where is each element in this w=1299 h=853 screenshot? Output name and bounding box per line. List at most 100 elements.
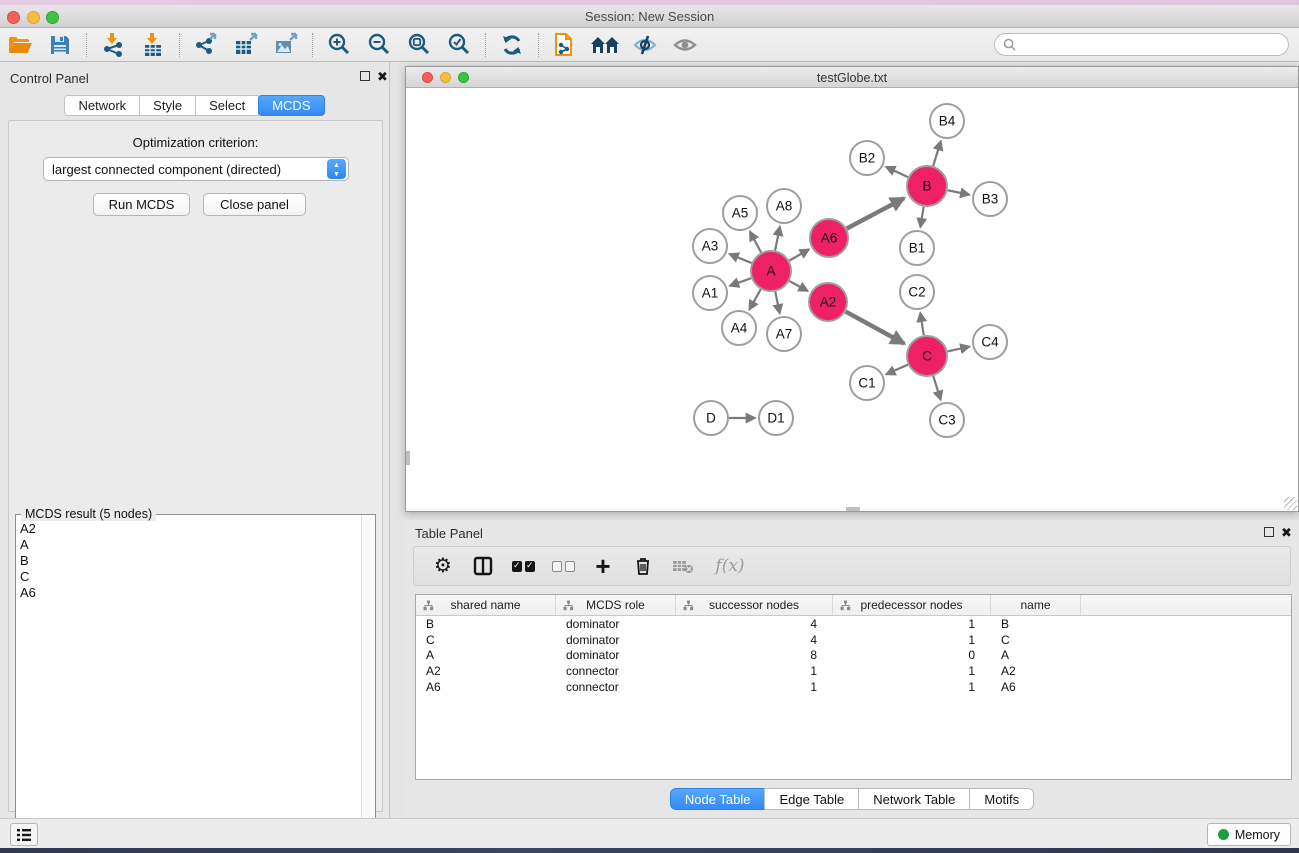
cell-successor-nodes[interactable]: 1 — [676, 664, 833, 678]
export-image-button[interactable] — [269, 30, 303, 60]
tab-motifs[interactable]: Motifs — [969, 788, 1034, 810]
import-table-button[interactable] — [136, 30, 170, 60]
network-canvas[interactable]: ABCA6A2A1A3A4A5A7A8B1B2B3B4C1C2C3C4DD1 — [406, 88, 1298, 511]
edge-A-A3[interactable] — [729, 254, 751, 263]
table-settings-button[interactable]: ⚙ — [430, 553, 456, 579]
mcds-result-item[interactable]: A — [20, 537, 357, 553]
export-table-button[interactable] — [229, 30, 263, 60]
network-window-titlebar[interactable]: testGlobe.txt — [406, 67, 1298, 88]
delete-column-button[interactable] — [630, 553, 656, 579]
cell-MCDS-role[interactable]: connector — [556, 664, 676, 678]
cell-name[interactable]: A2 — [991, 664, 1081, 678]
export-network-button[interactable] — [189, 30, 223, 60]
edge-C-C2[interactable] — [920, 313, 924, 336]
edge-C-C4[interactable] — [947, 347, 969, 352]
edge-C-C3[interactable] — [933, 376, 940, 400]
edge-B-B4[interactable] — [933, 141, 941, 166]
edge-A2-C[interactable] — [846, 312, 905, 344]
cell-predecessor-nodes[interactable]: 1 — [833, 664, 991, 678]
cell-shared-name[interactable]: A2 — [416, 664, 556, 678]
zoom-out-button[interactable] — [362, 30, 396, 60]
cell-name[interactable]: C — [991, 633, 1081, 647]
tab-mcds[interactable]: MCDS — [258, 95, 324, 116]
column-header-name[interactable]: name — [991, 595, 1081, 615]
edge-A-A6[interactable] — [789, 249, 809, 260]
refresh-view-button[interactable] — [495, 30, 529, 60]
zoom-fit-button[interactable] — [402, 30, 436, 60]
tab-network[interactable]: Network — [64, 95, 140, 116]
edge-A-A5[interactable] — [750, 232, 761, 253]
cell-successor-nodes[interactable]: 1 — [676, 680, 833, 694]
cell-shared-name[interactable]: A — [416, 648, 556, 662]
mcds-result-item[interactable]: A2 — [20, 521, 357, 537]
zoom-selected-button[interactable] — [442, 30, 476, 60]
column-header-shared-name[interactable]: shared name — [416, 595, 556, 615]
column-header-predecessor-nodes[interactable]: predecessor nodes — [833, 595, 991, 615]
memory-button[interactable]: Memory — [1207, 823, 1291, 846]
toggle-view-button[interactable] — [668, 30, 702, 60]
cell-shared-name[interactable]: B — [416, 617, 556, 631]
tab-edge-table[interactable]: Edge Table — [764, 788, 859, 810]
criterion-dropdown[interactable]: largest connected component (directed) ▲… — [43, 157, 349, 181]
search-field[interactable] — [994, 33, 1289, 56]
zoom-in-button[interactable] — [322, 30, 356, 60]
network-vertical-scrollbar[interactable] — [406, 451, 410, 465]
network-graph[interactable]: ABCA6A2A1A3A4A5A7A8B1B2B3B4C1C2C3C4DD1 — [406, 88, 1298, 511]
cell-name[interactable]: B — [991, 617, 1081, 631]
import-network-button[interactable] — [96, 30, 130, 60]
float-panel-icon[interactable] — [360, 71, 370, 81]
cell-successor-nodes[interactable]: 4 — [676, 617, 833, 631]
mcds-result-list[interactable]: A2ABCA6 — [20, 521, 357, 853]
tab-select[interactable]: Select — [195, 95, 259, 116]
cell-successor-nodes[interactable]: 8 — [676, 648, 833, 662]
cell-MCDS-role[interactable]: connector — [556, 680, 676, 694]
add-column-button[interactable]: + — [590, 553, 616, 579]
column-header-successor-nodes[interactable]: successor nodes — [676, 595, 833, 615]
function-builder-button[interactable]: f(x) — [710, 553, 750, 579]
open-file-button[interactable] — [3, 30, 37, 60]
edge-A6-B[interactable] — [847, 198, 904, 228]
edge-A-A1[interactable] — [730, 278, 751, 286]
float-table-panel-icon[interactable] — [1264, 527, 1274, 537]
toggle-birdseye-button[interactable] — [628, 30, 662, 60]
column-header-MCDS-role[interactable]: MCDS role — [556, 595, 676, 615]
cell-MCDS-role[interactable]: dominator — [556, 648, 676, 662]
network-view-window[interactable]: testGlobe.txt ABCA6A2A1A3A4A5A7A8B1B2B3B… — [405, 66, 1299, 512]
cell-predecessor-nodes[interactable]: 0 — [833, 648, 991, 662]
edge-B-B1[interactable] — [920, 207, 923, 228]
edge-A-A2[interactable] — [789, 281, 807, 291]
close-panel-button[interactable]: Close panel — [203, 193, 306, 216]
delete-table-button[interactable] — [670, 553, 696, 579]
edge-A-A7[interactable] — [775, 292, 780, 314]
result-scrollbar[interactable] — [361, 516, 374, 853]
app-titlebar[interactable]: Session: New Session — [0, 5, 1299, 28]
table-row[interactable]: A2connector11A2 — [416, 663, 1291, 679]
cell-predecessor-nodes[interactable]: 1 — [833, 617, 991, 631]
table-row[interactable]: Cdominator41C — [416, 632, 1291, 648]
cell-MCDS-role[interactable]: dominator — [556, 633, 676, 647]
close-panel-icon[interactable]: ✖ — [377, 72, 388, 82]
task-history-button[interactable] — [10, 823, 38, 846]
search-input[interactable] — [1021, 35, 1288, 54]
tab-node-table[interactable]: Node Table — [670, 788, 766, 810]
edge-A-A8[interactable] — [775, 227, 780, 251]
table-row[interactable]: Adominator80A — [416, 648, 1291, 664]
show-all-panels-button[interactable] — [588, 30, 622, 60]
mcds-result-item[interactable]: A6 — [20, 585, 357, 601]
select-all-button[interactable] — [510, 553, 536, 579]
cell-successor-nodes[interactable]: 4 — [676, 633, 833, 647]
edge-A-A4[interactable] — [749, 289, 760, 309]
mcds-result-item[interactable]: C — [20, 569, 357, 585]
cell-name[interactable]: A6 — [991, 680, 1081, 694]
resize-grip-icon[interactable] — [1284, 497, 1297, 510]
tab-style[interactable]: Style — [139, 95, 196, 116]
edge-B-B3[interactable] — [948, 190, 970, 195]
cell-predecessor-nodes[interactable]: 1 — [833, 680, 991, 694]
network-horizontal-scrollbar[interactable] — [846, 507, 860, 511]
cell-predecessor-nodes[interactable]: 1 — [833, 633, 991, 647]
node-table[interactable]: shared nameMCDS rolesuccessor nodesprede… — [415, 594, 1292, 780]
cell-shared-name[interactable]: A6 — [416, 680, 556, 694]
table-row[interactable]: Bdominator41B — [416, 616, 1291, 632]
edge-B-B2[interactable] — [886, 167, 908, 177]
mcds-result-item[interactable]: B — [20, 553, 357, 569]
